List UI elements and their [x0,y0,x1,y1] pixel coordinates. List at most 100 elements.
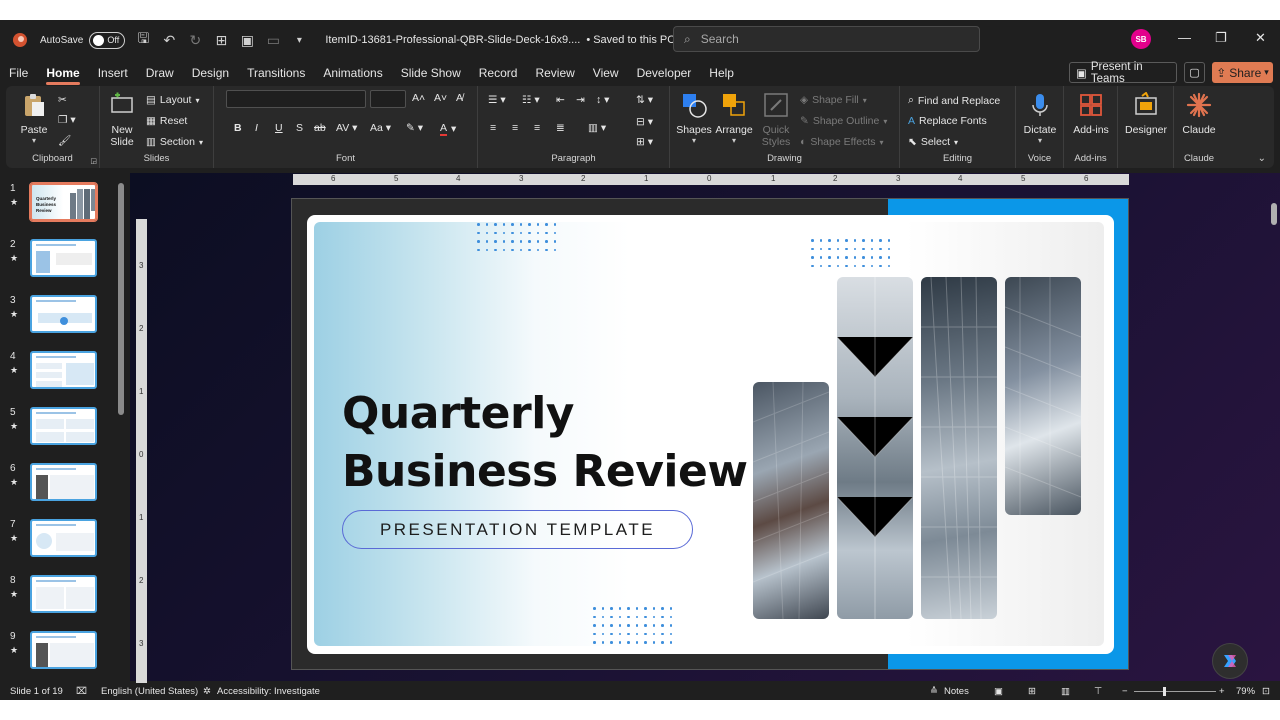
quick-styles-button[interactable]: Quick Styles [758,92,794,148]
paste-button[interactable]: Paste ▾ [18,92,50,145]
dictate-button[interactable]: Dictate ▾ [1020,92,1060,145]
redo-icon[interactable]: ↻ [187,32,203,49]
designer-button[interactable]: Designer [1122,91,1170,136]
present-in-teams-button[interactable]: ▣ Present in Teams [1069,61,1177,85]
copy-icon[interactable]: ❐ ▾ [58,114,76,126]
line-spacing-icon[interactable]: ↕ ▾ [596,94,609,106]
document-name[interactable]: ItemID-13681-Professional-QBR-Slide-Deck… [325,34,580,46]
align-text-icon[interactable]: ⊟ ▾ [636,116,653,128]
zoom-out-icon[interactable]: − [1122,686,1128,697]
thumbnail-slide-8[interactable]: 8 ★ [0,575,120,619]
tab-insert[interactable]: Insert [89,62,137,84]
fit-to-window-icon[interactable]: ⊡ [1262,686,1270,697]
text-direction-icon[interactable]: ⇅ ▾ [636,94,653,106]
align-right-icon[interactable]: ≡ [534,122,540,134]
increase-font-icon[interactable]: A˄ [412,92,425,104]
new-slide-button[interactable]: New Slide [106,92,138,148]
numbering-icon[interactable]: ☷ ▾ [522,94,540,106]
section-button[interactable]: ▥ Section ▾ [146,136,203,148]
thumbnail-slide-3[interactable]: 3 ★ [0,295,120,339]
thumbnail-slide-2[interactable]: 2 ★ [0,239,120,283]
highlight-icon[interactable]: ✎ ▾ [406,122,423,134]
tab-design[interactable]: Design [183,62,238,84]
reading-view-icon[interactable]: ▥ [1061,686,1070,697]
zoom-slider-thumb[interactable] [1163,687,1166,696]
columns-icon[interactable]: ▥ ▾ [588,122,606,134]
find-replace-button[interactable]: ⌕ Find and Replace [908,94,1000,107]
comments-button[interactable]: ▢ [1184,62,1205,83]
dialog-launcher-icon[interactable]: ◲ [90,157,97,165]
smartart-icon[interactable]: ⊞ ▾ [636,136,653,148]
shadow-icon[interactable]: S [296,122,303,134]
bullets-icon[interactable]: ☰ ▾ [488,94,506,106]
tab-draw[interactable]: Draw [137,62,183,84]
reset-button[interactable]: ▦ Reset [146,115,187,127]
strikethrough-icon[interactable]: ab [314,122,326,134]
select-button[interactable]: ⬉ Select ▾ [908,136,958,148]
slide-sorter-icon[interactable]: ⊞ [1028,686,1036,697]
thumbnail-slide-1[interactable]: 1 ★ Quarterly Business Review [0,182,120,227]
font-size-input[interactable] [370,90,406,108]
align-center-icon[interactable]: ≡ [512,122,518,134]
slideshow-view-icon[interactable]: ⊤ [1094,686,1102,697]
tab-help[interactable]: Help [700,62,743,84]
building-photo-1[interactable] [753,382,829,619]
customize-toolbar-icon[interactable]: ▾ [291,35,307,46]
underline-icon[interactable]: U [275,122,283,134]
minimize-icon[interactable]: — [1178,30,1191,45]
slide-title[interactable]: Quarterly Business Review [342,385,748,501]
thumbnail-slide-6[interactable]: 6 ★ [0,463,120,507]
arrange-button[interactable]: Arrange ▾ [714,92,754,145]
format-painter-icon[interactable]: 🖌 [58,134,71,147]
tab-file[interactable]: File [0,62,37,84]
shape-effects-button[interactable]: ◐ Shape Effects ▾ [800,136,884,148]
tab-developer[interactable]: Developer [628,62,701,84]
accessibility-status[interactable]: Accessibility: Investigate [217,686,320,697]
scrollbar-thumb[interactable] [118,183,124,415]
increase-indent-icon[interactable]: ⇥ [576,94,585,106]
copilot-button[interactable] [1212,643,1248,679]
layout-button[interactable]: ▤ Layout ▾ [146,94,199,106]
autosave-toggle[interactable]: Off [89,31,126,49]
presenter-icon[interactable]: ⊞ [213,32,229,49]
zoom-slider[interactable] [1134,691,1216,692]
search-box[interactable]: ⌕ Search [673,26,980,52]
claude-button[interactable]: Claude [1178,92,1220,136]
decrease-indent-icon[interactable]: ⇤ [556,94,565,106]
collapse-ribbon-icon[interactable]: ⌄ [1258,153,1266,164]
slide-count[interactable]: Slide 1 of 19 [10,686,63,697]
building-photo-3[interactable] [921,277,997,619]
screenshot-icon[interactable]: ▣ [239,32,255,49]
undo-icon[interactable]: ↶ [161,32,177,49]
align-left-icon[interactable]: ≡ [490,122,496,134]
tab-slide-show[interactable]: Slide Show [392,62,470,84]
avatar[interactable]: SB [1131,29,1151,49]
normal-view-icon[interactable]: ▣ [994,686,1003,697]
cut-icon[interactable]: ✂ [58,94,67,106]
canvas-scrollbar[interactable] [1270,173,1278,681]
building-photo-2[interactable] [837,277,913,619]
tab-view[interactable]: View [584,62,628,84]
zoom-level[interactable]: 79% [1236,686,1255,697]
thumbnails-scrollbar[interactable] [117,173,125,681]
building-photo-4[interactable] [1005,277,1081,515]
clear-formatting-icon[interactable]: A̸ [456,92,463,104]
close-icon[interactable]: ✕ [1255,30,1266,46]
slide-subtitle[interactable]: PRESENTATION TEMPLATE [342,510,693,549]
decrease-font-icon[interactable]: A˅ [434,92,447,104]
slide-1[interactable]: Quarterly Business Review PRESENTATION T… [291,198,1129,670]
addins-button[interactable]: Add-ins [1070,92,1112,136]
italic-icon[interactable]: I [255,122,258,134]
tab-transitions[interactable]: Transitions [238,62,314,84]
tab-review[interactable]: Review [526,62,583,84]
replace-fonts-button[interactable]: A Replace Fonts [908,115,987,127]
tab-record[interactable]: Record [470,62,527,84]
scrollbar-thumb[interactable] [1271,203,1277,225]
maximize-icon[interactable]: ❐ [1215,30,1227,46]
shapes-button[interactable]: Shapes ▾ [676,92,712,145]
thumbnail-slide-5[interactable]: 5 ★ [0,407,120,451]
shape-fill-button[interactable]: ◈ Shape Fill ▾ [800,94,867,106]
notes-button[interactable]: Notes [944,686,969,697]
tab-home[interactable]: Home [37,62,88,85]
thumbnail-slide-7[interactable]: 7 ★ [0,519,120,563]
